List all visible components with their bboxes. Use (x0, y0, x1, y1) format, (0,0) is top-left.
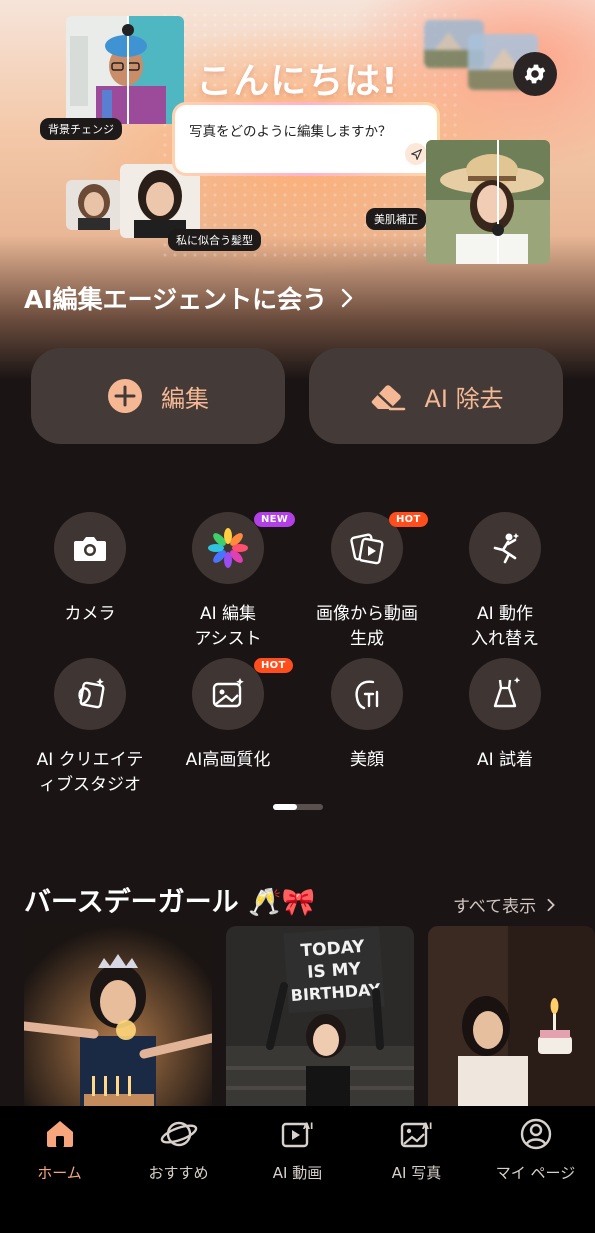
ai-video-icon: AI (238, 1114, 357, 1154)
eraser-icon (368, 381, 406, 411)
prompt-text: 写真をどのように編集しますか？ (189, 124, 392, 140)
edit-button-label: 編集 (161, 384, 209, 413)
nav-label: おすすめ (148, 1164, 209, 1182)
flower-icon (192, 512, 264, 584)
tool-label: AI 試着 (476, 750, 534, 770)
nav-label: AI 写真 (391, 1164, 442, 1182)
face-icon (331, 658, 403, 730)
ai-agent-link-label: AI編集エージェントに会う (24, 285, 328, 314)
tag-background-change: 背景チェンジ (40, 118, 122, 140)
tool-beauty[interactable]: 美顔 (297, 658, 437, 773)
bottom-nav: ホーム おすすめ AI AI 動画 AI AI 写真 マイ ページ (0, 1106, 595, 1233)
tool-label: 画像から動画 生成 (316, 604, 418, 649)
nav-home[interactable]: ホーム (0, 1106, 119, 1233)
svg-text:AI: AI (303, 1122, 313, 1132)
nav-my-page[interactable]: マイ ページ (476, 1106, 595, 1233)
ai-prompt-box[interactable]: 写真をどのように編集しますか？ (172, 102, 440, 176)
tool-ai-motion-swap[interactable]: AI 動作 入れ替え (435, 512, 575, 652)
tool-label: カメラ (64, 604, 116, 624)
ai-erase-button-label: AI 除去 (424, 384, 504, 413)
template-card[interactable]: TODAY IS MY BIRTHDAY (226, 926, 414, 1126)
skin-retouch-photo (426, 140, 550, 264)
planet-icon (119, 1114, 238, 1154)
tool-ai-creative-studio[interactable]: AI クリエイテ ィブスタジオ (20, 658, 160, 798)
home-icon (0, 1114, 119, 1154)
send-icon (410, 148, 422, 160)
dress-icon (469, 658, 541, 730)
hero-banner[interactable]: 背景チェンジ 私に似合う髪型 写真をどのように編集しますか？ 美肌補正 こんにち… (0, 0, 595, 380)
tool-label: AI 動作 入れ替え (471, 604, 539, 649)
dance-icon (469, 512, 541, 584)
gear-icon (524, 64, 546, 84)
nav-label: AI 動画 (272, 1164, 323, 1182)
nav-label: ホーム (37, 1164, 82, 1182)
birthday-photo-1 (24, 926, 212, 1126)
nav-recommended[interactable]: おすすめ (119, 1106, 238, 1233)
tool-label: 美顔 (350, 750, 384, 770)
nav-ai-video[interactable]: AI AI 動画 (238, 1106, 357, 1233)
template-card[interactable] (428, 926, 595, 1126)
badge-hot: HOT (254, 658, 293, 673)
template-card[interactable] (24, 926, 212, 1126)
chevron-right-icon (341, 288, 353, 308)
tool-image-to-video[interactable]: HOT 画像から動画 生成 (297, 512, 437, 652)
nav-ai-photo[interactable]: AI AI 写真 (357, 1106, 476, 1233)
send-button[interactable] (405, 143, 427, 165)
tool-label: AI 編集 アシスト (194, 604, 262, 649)
birthday-photo-3 (428, 926, 595, 1126)
enhance-image-icon (192, 658, 264, 730)
profile-icon (476, 1114, 595, 1154)
ai-erase-button[interactable]: AI 除去 (309, 348, 563, 444)
section-title: バースデーガール 🥂🎀 (24, 887, 316, 918)
settings-button[interactable] (513, 52, 557, 96)
tool-ai-enhance[interactable]: HOT AI高画質化 (158, 658, 298, 773)
ai-agent-link[interactable]: AI編集エージェントに会う (24, 280, 353, 316)
tool-label: AI クリエイテ ィブスタジオ (36, 750, 144, 795)
creative-studio-icon (54, 658, 126, 730)
tool-ai-edit-assist[interactable]: NEW AI 編集 アシスト (158, 512, 298, 652)
nav-label: マイ ページ (495, 1164, 576, 1182)
plus-circle-icon (107, 378, 143, 414)
badge-new: NEW (254, 512, 296, 527)
page-indicator (273, 804, 323, 810)
tag-hairstyle: 私に似合う髪型 (168, 229, 261, 251)
see-all-label: すべて表示 (453, 897, 537, 917)
edit-button[interactable]: 編集 (31, 348, 285, 444)
ai-photo-icon: AI (357, 1114, 476, 1154)
badge-hot: HOT (389, 512, 428, 527)
tool-ai-try-on[interactable]: AI 試着 (435, 658, 575, 773)
tool-label: AI高画質化 (185, 750, 271, 770)
greeting-title: こんにちは! (196, 61, 399, 102)
tool-camera[interactable]: カメラ (20, 512, 160, 627)
camera-icon (54, 512, 126, 584)
tag-skin-retouch: 美肌補正 (366, 208, 426, 230)
see-all-link[interactable]: すべて表示 (453, 892, 558, 917)
page-indicator-active (273, 804, 297, 810)
hairstyle-photo-small (66, 180, 122, 230)
sign-line-2: IS MY (307, 959, 363, 983)
svg-text:AI: AI (422, 1122, 432, 1132)
chevron-right-icon (547, 898, 556, 911)
